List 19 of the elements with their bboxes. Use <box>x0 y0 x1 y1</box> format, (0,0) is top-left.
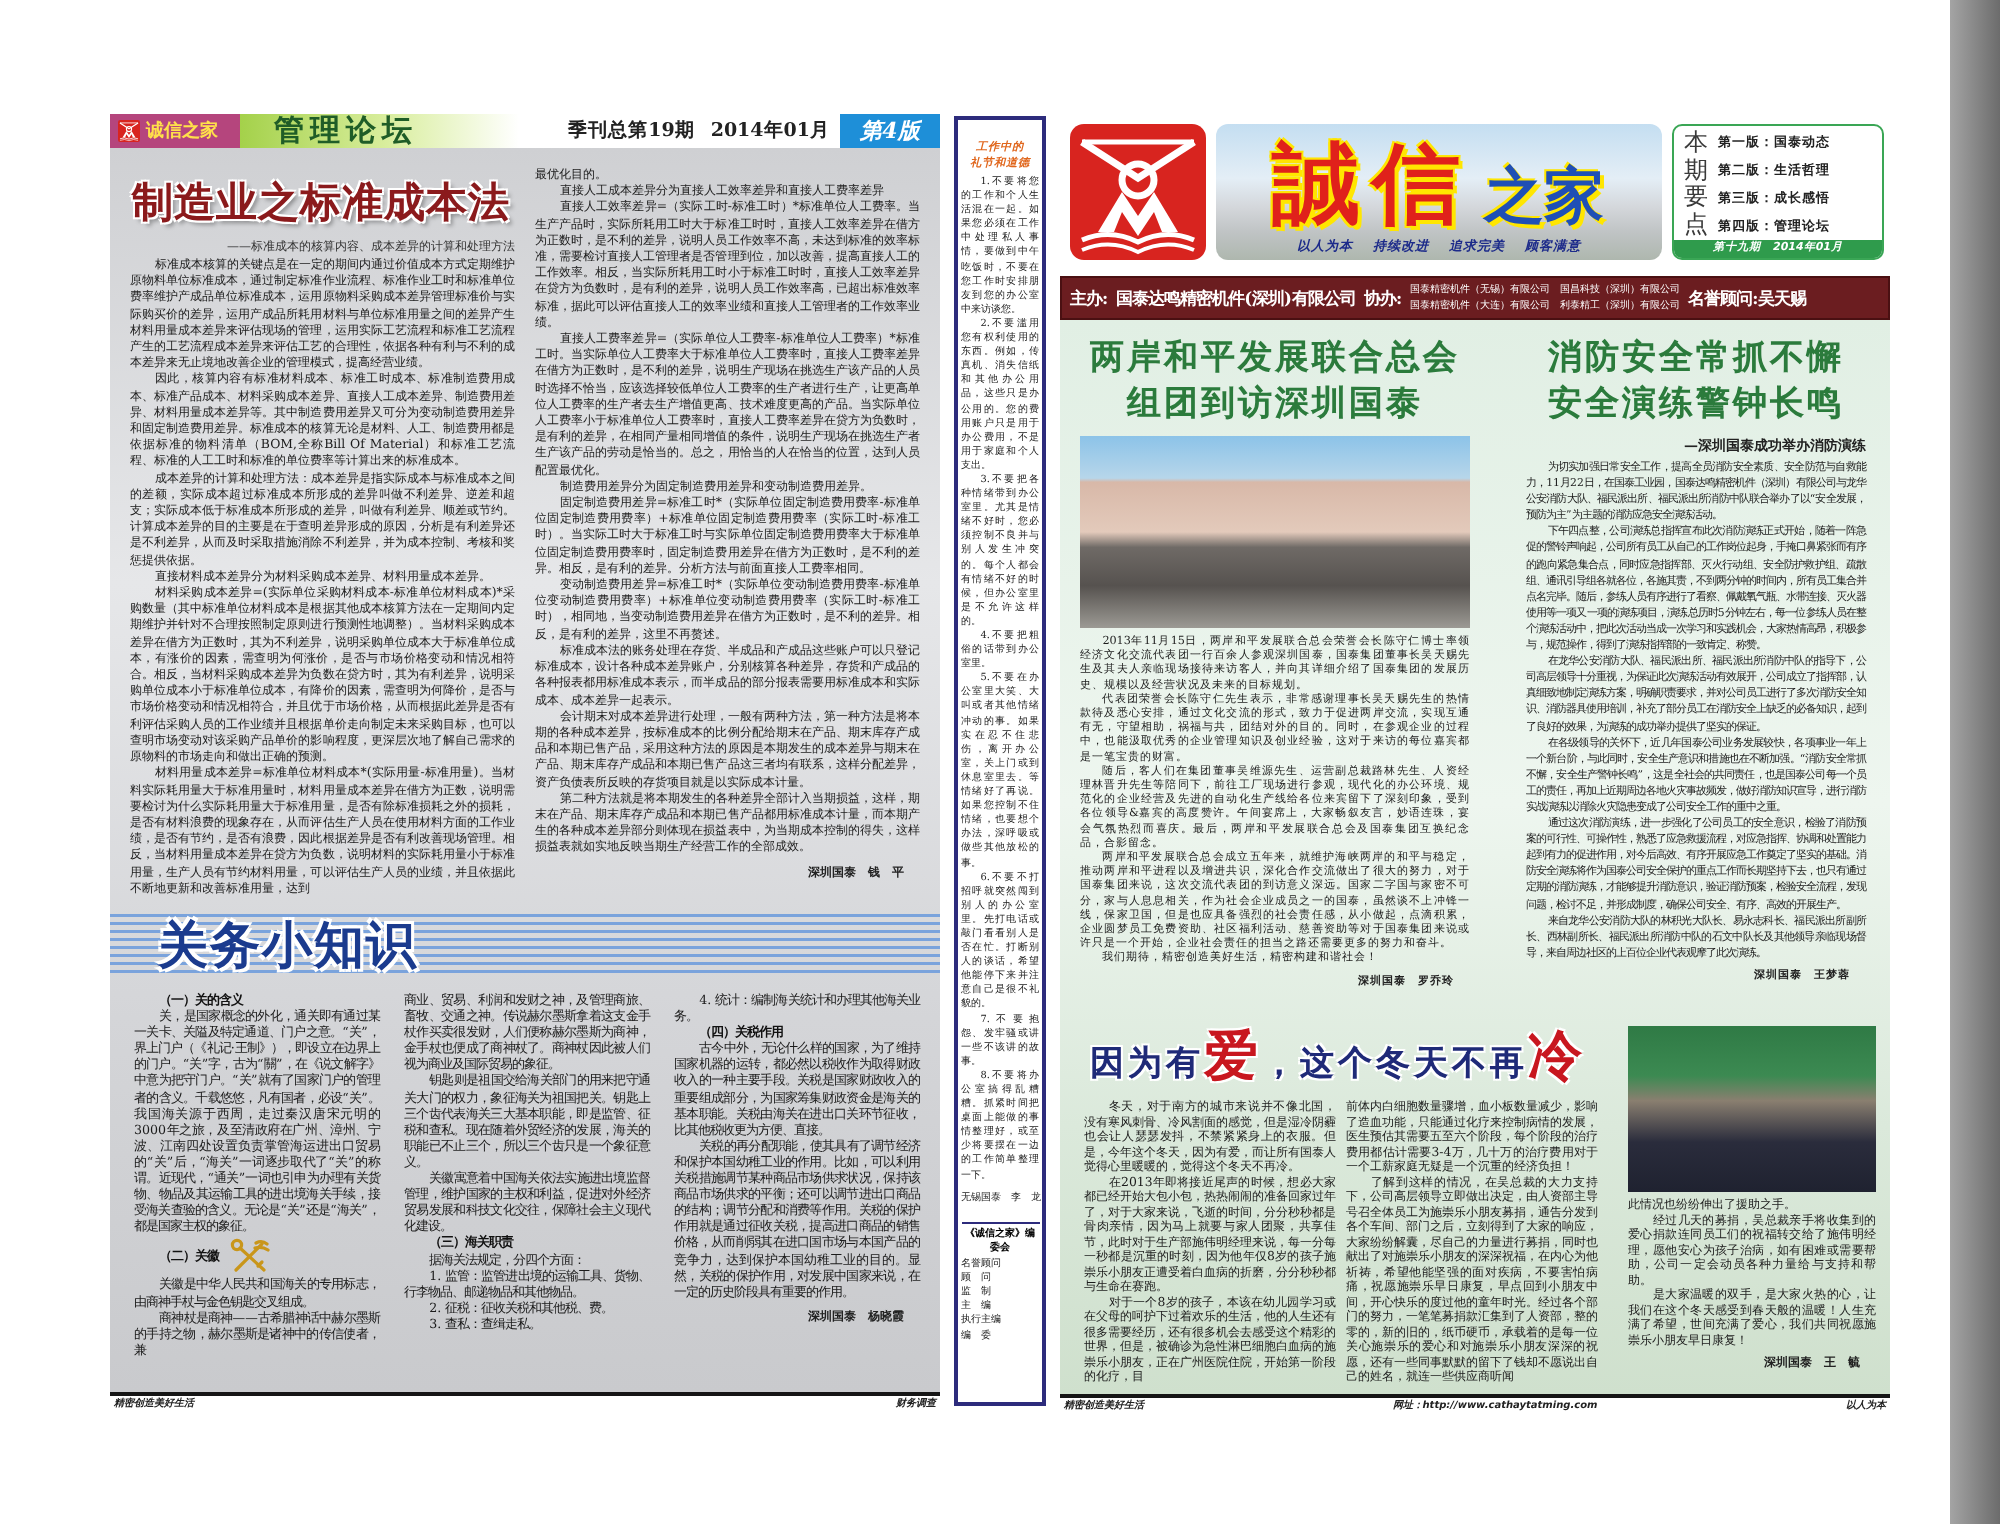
issue-date: 2014年01月 <box>710 118 830 144</box>
masthead-title: 誠信 <box>1269 134 1472 238</box>
article-headline: 因为有爱，这个冬天不再冷 <box>1088 1026 1588 1092</box>
issue-number: 季刊总第19期 <box>568 118 695 144</box>
page-number-label: 第4版 <box>840 114 940 148</box>
section-heading: 关务小知识 <box>155 916 420 976</box>
sponsor-label: 协办: <box>1364 287 1403 309</box>
header-logo-text: 诚信之家 <box>146 118 218 144</box>
adviser-name: 名誉顾问:吴天赐 <box>1688 287 1807 309</box>
article-headline: 两岸和平发展联合总会 组团到访深圳国泰 <box>1088 336 1462 428</box>
sponsor-label: 主办: <box>1070 287 1109 309</box>
article-title: 制造业之标准成本法 <box>129 176 512 230</box>
crossed-key-staff-icon <box>229 1238 270 1275</box>
highlights-label: 本期要点 <box>1684 130 1708 240</box>
masthead-title-suffix: 之家 <box>1484 160 1606 236</box>
article-headline: 消防安全常抓不懈 安全演练警钟长鸣 <box>1546 336 1846 428</box>
logo-icon <box>1070 124 1206 260</box>
logo-icon <box>118 120 140 142</box>
sponsor-name: 国泰达鸣精密机件(深圳)有限公司 <box>1116 287 1357 309</box>
